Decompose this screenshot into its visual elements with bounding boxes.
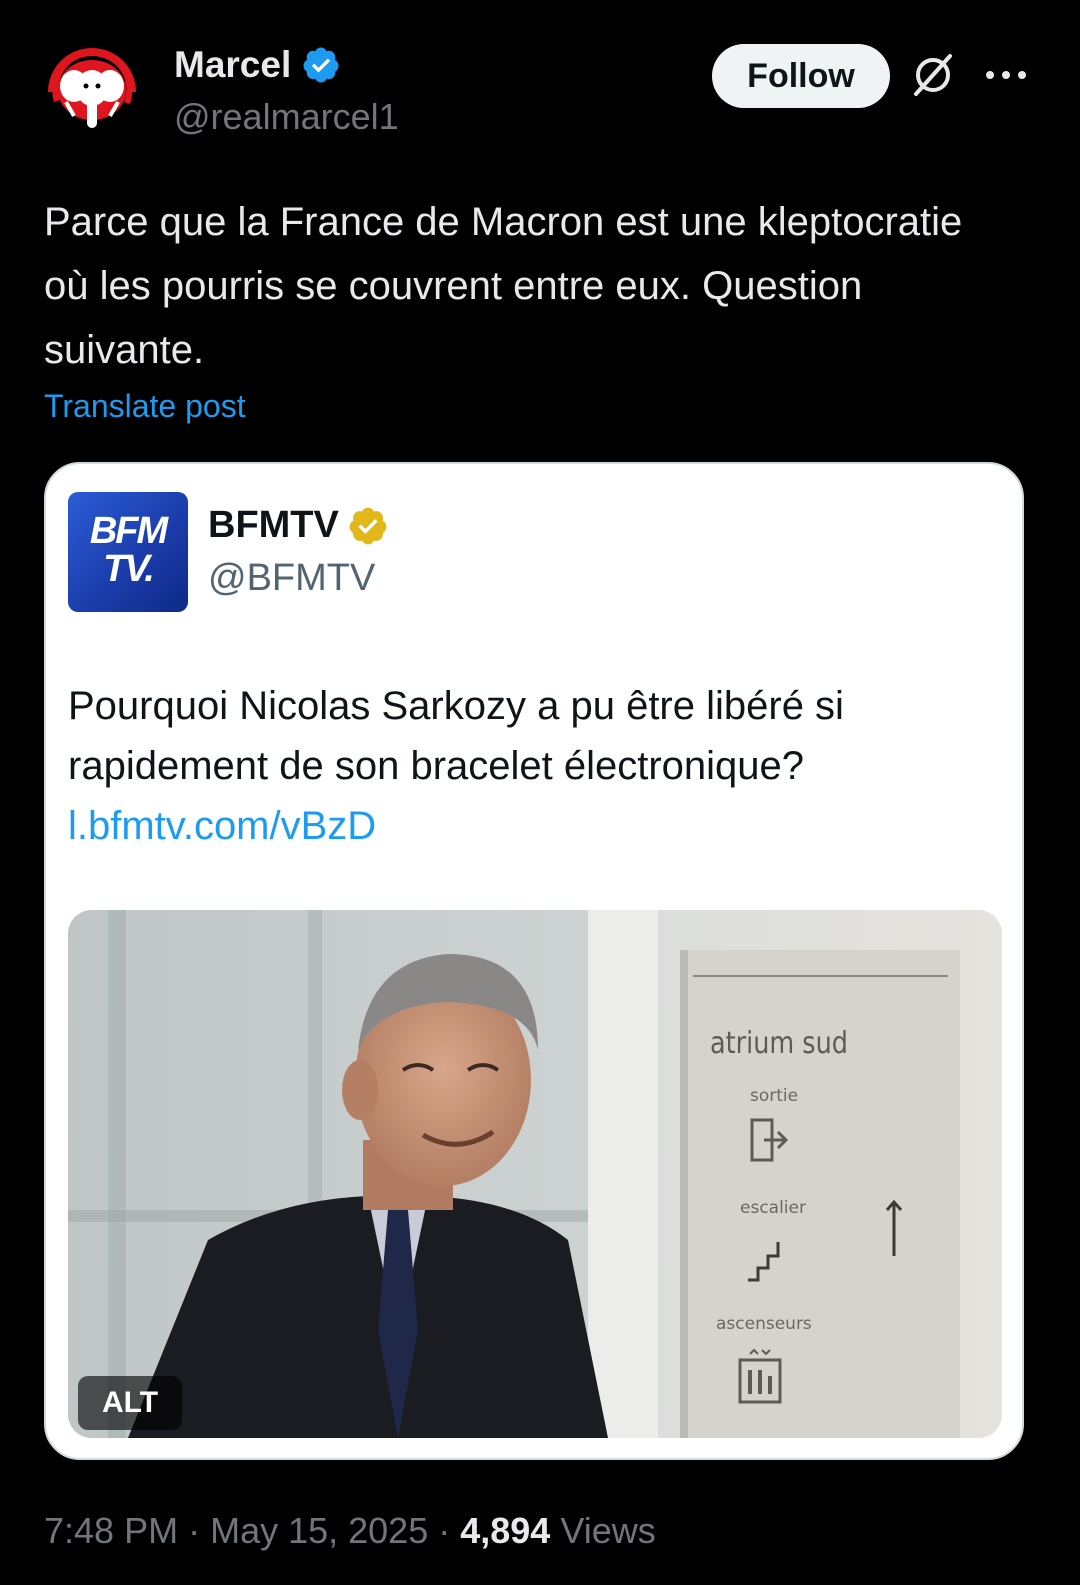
follow-button[interactable]: Follow — [712, 44, 890, 108]
stairs-icon — [746, 1236, 786, 1282]
meta-separator: · — [178, 1510, 211, 1551]
bfmtv-logo: BFM TV. — [68, 492, 188, 612]
views-count: 4,894 — [460, 1510, 551, 1551]
quote-photo[interactable]: atrium sud sortie escalier ascenseurs AL… — [68, 910, 1002, 1438]
quote-text: Pourquoi Nicolas Sarkozy a pu être libér… — [68, 684, 844, 788]
verified-badge-gold-icon — [349, 507, 387, 544]
bfmtv-logo-line1: BFM — [89, 510, 168, 552]
verified-badge-blue-icon — [303, 47, 339, 83]
up-arrow-icon — [884, 1198, 904, 1258]
post-time[interactable]: 7:48 PM — [44, 1510, 178, 1551]
quoted-post-card[interactable]: BFM TV. BFMTV @BFMTV Pourquoi Nicolas Sa… — [44, 462, 1024, 1460]
photo-illustration — [68, 910, 1002, 1438]
author-handle[interactable]: @realmarcel1 — [174, 96, 399, 138]
translate-post-link[interactable]: Translate post — [44, 388, 246, 425]
sign-item-escalier: escalier — [740, 1198, 806, 1218]
author-names: Marcel @realmarcel1 — [174, 44, 399, 138]
quote-author-names: BFMTV @BFMTV — [208, 504, 389, 600]
quote-handle: @BFMTV — [208, 557, 376, 599]
author-display-name[interactable]: Marcel — [174, 44, 399, 86]
more-dots-icon[interactable] — [984, 60, 1028, 90]
sortie-icon — [750, 1116, 790, 1166]
quote-text-block: Pourquoi Nicolas Sarkozy a pu être libér… — [68, 676, 988, 856]
bfmtv-logo-text: BFM TV. — [68, 512, 188, 588]
post-meta: 7:48 PM · May 15, 2025 · 4,894 Views — [44, 1510, 656, 1552]
quote-display-name: BFMTV — [208, 504, 389, 547]
sign-item-ascenseurs: ascenseurs — [716, 1314, 812, 1334]
post-date[interactable]: May 15, 2025 — [210, 1510, 428, 1551]
alt-badge[interactable]: ALT — [78, 1376, 182, 1430]
avatar[interactable] — [44, 42, 140, 138]
quote-link[interactable]: l.bfmtv.com/vBzD — [68, 796, 988, 856]
views-label: Views — [550, 1510, 656, 1551]
meta-separator: · — [428, 1510, 461, 1551]
quote-name-text: BFMTV — [208, 504, 339, 546]
grok-icon[interactable] — [910, 52, 956, 98]
tweet-text: Parce que la France de Macron est une kl… — [44, 200, 963, 372]
bfmtv-logo-line2: TV. — [103, 548, 155, 590]
post-header: Marcel @realmarcel1 Follow — [44, 38, 1034, 148]
elephant-logo-icon — [44, 42, 140, 138]
sign-item-sortie: sortie — [750, 1086, 799, 1106]
author-name-text[interactable]: Marcel — [174, 44, 291, 86]
elevator-icon — [736, 1346, 784, 1406]
sign-title: atrium sud — [710, 1026, 848, 1061]
